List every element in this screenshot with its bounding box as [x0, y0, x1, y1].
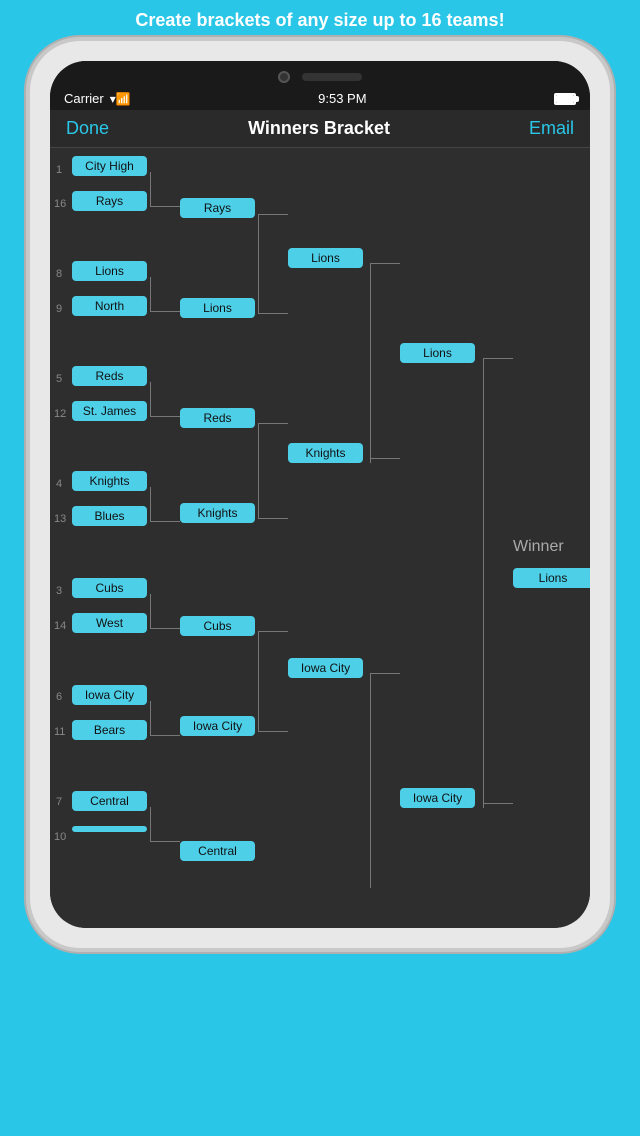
conn-h-r2-knights	[258, 518, 288, 519]
conn-h-r2-reds	[258, 423, 288, 424]
seed-6: 6	[56, 691, 62, 703]
team-iowacity-r2[interactable]: Iowa City	[180, 716, 255, 736]
seed-4: 4	[56, 478, 62, 490]
done-button[interactable]: Done	[66, 118, 109, 139]
conn-v-r4	[483, 358, 484, 808]
conn-v-4-13	[150, 487, 151, 522]
team-cubs-r2[interactable]: Cubs	[180, 616, 255, 636]
seed-13: 13	[54, 513, 66, 525]
conn-h-r3-knights	[370, 458, 400, 459]
seed-5: 5	[56, 373, 62, 385]
seed-1: 1	[56, 164, 62, 176]
team-blues[interactable]: Blues	[72, 506, 147, 526]
nav-title: Winners Bracket	[248, 118, 390, 139]
phone-inner: Carrier ▾📶 9:53 PM Done Winners Bracket …	[50, 61, 590, 928]
team-reds-r1[interactable]: Reds	[72, 366, 147, 386]
speaker	[302, 73, 362, 81]
seed-12: 12	[54, 408, 66, 420]
team-stjames[interactable]: St. James	[72, 401, 147, 421]
seed-3: 3	[56, 585, 62, 597]
conn-h-8	[150, 311, 180, 312]
team-r1-14[interactable]	[72, 826, 147, 832]
seed-10: 10	[54, 831, 66, 843]
conn-h-r2-iowacity2	[258, 731, 288, 732]
conn-h-r2-cubs	[258, 631, 288, 632]
team-lions-r2[interactable]: Lions	[180, 298, 255, 318]
team-iowacity-r4[interactable]: Iowa City	[400, 788, 475, 808]
conn-h-3	[150, 628, 180, 629]
carrier-label: Carrier	[64, 91, 104, 106]
conn-h-1	[150, 206, 180, 207]
seed-7: 7	[56, 796, 62, 808]
conn-v-3-14	[150, 594, 151, 629]
team-bears[interactable]: Bears	[72, 720, 147, 740]
seed-9: 9	[56, 303, 62, 315]
conn-h-r3-iowacity	[370, 673, 400, 674]
team-rays-r2[interactable]: Rays	[180, 198, 255, 218]
conn-v-8-9	[150, 277, 151, 312]
camera	[278, 71, 290, 83]
team-iowacity-r1[interactable]: Iowa City	[72, 685, 147, 705]
conn-h-r4-iowacity	[483, 803, 513, 804]
battery-fill	[556, 95, 574, 103]
conn-v-r2-top	[258, 214, 259, 314]
team-north[interactable]: North	[72, 296, 147, 316]
conn-v-7-10	[150, 807, 151, 842]
team-city-high[interactable]: City High	[72, 156, 147, 176]
bracket-container: 1 16 8 9 5 12 4 13 3 14 6 11 7 10 City H…	[50, 148, 590, 928]
seed-14: 14	[54, 620, 66, 632]
team-lions-r4[interactable]: Lions	[400, 343, 475, 363]
conn-v-r3-top	[370, 263, 371, 463]
conn-h-r2-rays	[258, 214, 288, 215]
phone-outer: Carrier ▾📶 9:53 PM Done Winners Bracket …	[30, 41, 610, 948]
team-knights-r2[interactable]: Knights	[180, 503, 255, 523]
time-label: 9:53 PM	[318, 91, 366, 106]
seed-11: 11	[54, 726, 65, 738]
wifi-icon: ▾📶	[110, 92, 131, 106]
conn-v-r2-bot	[258, 631, 259, 731]
conn-v-5-12	[150, 382, 151, 417]
conn-v-r2-mid	[258, 423, 259, 518]
team-cubs-r1[interactable]: Cubs	[72, 578, 147, 598]
team-west[interactable]: West	[72, 613, 147, 633]
conn-h-4	[150, 521, 180, 522]
conn-v-6-11	[150, 701, 151, 736]
team-rays-r1[interactable]: Rays	[72, 191, 147, 211]
status-bar: Carrier ▾📶 9:53 PM	[50, 89, 590, 110]
team-iowacity-r3[interactable]: Iowa City	[288, 658, 363, 678]
conn-v-r3-bot	[370, 673, 371, 888]
conn-h-r2-lions2	[258, 313, 288, 314]
conn-v-1-16	[150, 172, 151, 207]
team-reds-r2[interactable]: Reds	[180, 408, 255, 428]
team-lions-winner[interactable]: Lions	[513, 568, 590, 588]
conn-h-r3-lions	[370, 263, 400, 264]
team-central-r2[interactable]: Central	[180, 841, 255, 861]
team-lions-r1[interactable]: Lions	[72, 261, 147, 281]
conn-h-r4-lions	[483, 358, 513, 359]
nav-bar: Done Winners Bracket Email	[50, 110, 590, 148]
team-lions-r3[interactable]: Lions	[288, 248, 363, 268]
seed-16: 16	[54, 198, 66, 210]
team-knights-r3[interactable]: Knights	[288, 443, 363, 463]
conn-h-7	[150, 841, 180, 842]
conn-h-6	[150, 735, 180, 736]
battery-icon	[554, 93, 576, 105]
team-central-r1[interactable]: Central	[72, 791, 147, 811]
seed-8: 8	[56, 268, 62, 280]
team-knights-r1[interactable]: Knights	[72, 471, 147, 491]
top-banner: Create brackets of any size up to 16 tea…	[0, 0, 640, 41]
winner-label: Winner	[513, 538, 564, 556]
email-button[interactable]: Email	[529, 118, 574, 139]
conn-h-5	[150, 416, 180, 417]
phone-notch-area	[50, 61, 590, 89]
